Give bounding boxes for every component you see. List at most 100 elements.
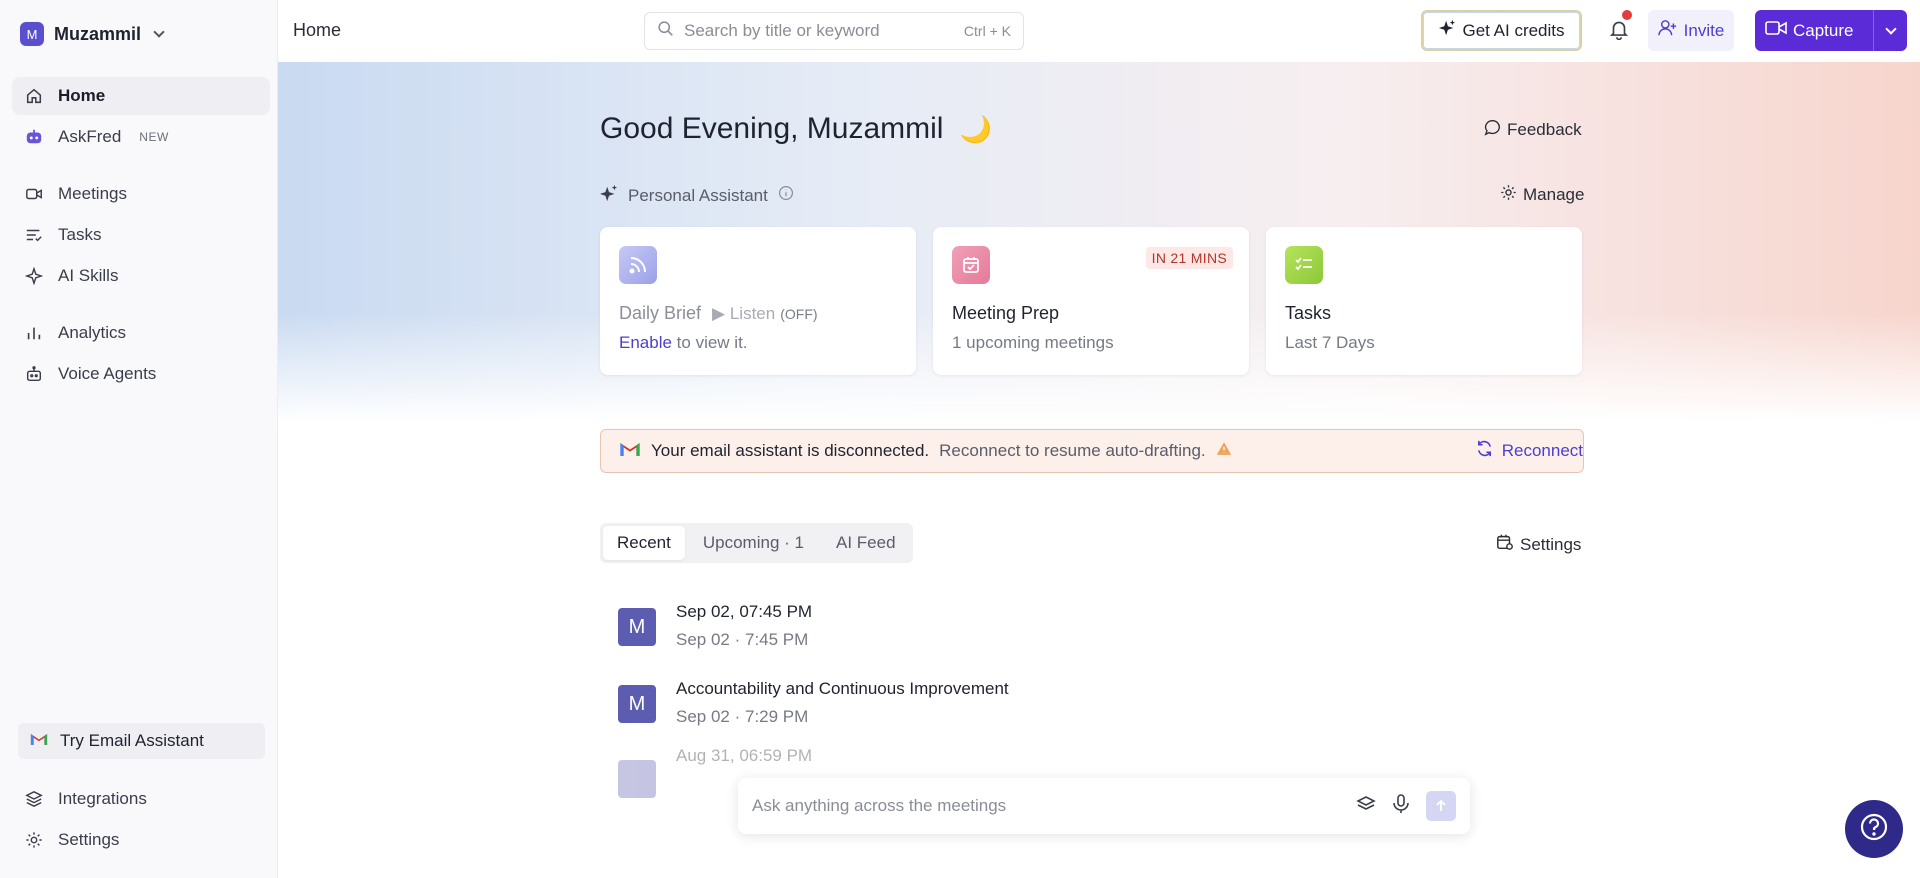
sidebar-item-settings[interactable]: Settings	[12, 821, 270, 859]
gear-icon	[24, 830, 44, 850]
workspace-name: Muzammil	[54, 23, 142, 44]
gear-icon	[1500, 184, 1517, 206]
enable-link[interactable]: Enable	[619, 333, 672, 352]
meeting-title: Sep 02, 07:45 PM	[676, 602, 813, 621]
gmail-icon	[30, 731, 48, 751]
capture-main[interactable]: Capture	[1755, 20, 1873, 41]
reconnect-label: Reconnect	[1501, 441, 1583, 460]
card-subtitle: Enable to view it.	[619, 333, 748, 353]
capture-button[interactable]: Capture	[1755, 10, 1907, 51]
calendar-check-icon	[952, 246, 990, 284]
sidebar-item-tasks[interactable]: Tasks	[12, 216, 270, 254]
sidebar-item-meetings[interactable]: Meetings	[12, 175, 270, 213]
daily-brief-card[interactable]: Daily Brief ▶ Listen (OFF) Enable to vie…	[600, 227, 916, 375]
meeting-datetime: Sep 02 · 7:29 PM	[676, 707, 809, 726]
tasks-card[interactable]: Tasks Last 7 Days	[1266, 227, 1582, 375]
sidebar-item-label: Home	[58, 86, 106, 105]
feedback-button[interactable]: Feedback	[1484, 119, 1582, 141]
ask-input[interactable]: Ask anything across the meetings	[738, 778, 1470, 834]
capture-label: Capture	[1793, 20, 1854, 40]
page-title: Good Evening, Muzammil 🌙	[600, 112, 992, 146]
workspace-avatar: M	[20, 22, 44, 46]
tab-ai-feed[interactable]: AI Feed	[822, 526, 910, 560]
sidebar-item-ai-skills[interactable]: AI Skills	[12, 257, 270, 295]
try-email-label: Try Email Assistant	[60, 731, 204, 750]
manage-button[interactable]: Manage	[1500, 184, 1584, 206]
top-bar: Home Search by title or keyword Ctrl + K…	[278, 0, 1920, 62]
microphone-icon[interactable]	[1392, 793, 1410, 819]
capture-dropdown[interactable]	[1874, 22, 1907, 35]
bar-chart-icon	[24, 323, 44, 343]
sidebar-item-analytics[interactable]: Analytics	[12, 314, 270, 352]
video-icon	[1765, 20, 1787, 41]
avatar: M	[618, 608, 656, 646]
ask-placeholder: Ask anything across the meetings	[752, 796, 1007, 815]
card-title: Daily Brief ▶ Listen (OFF)	[619, 303, 818, 324]
calendar-gear-icon	[1496, 533, 1514, 556]
sidebar-item-label: AI Skills	[58, 266, 119, 285]
sidebar-item-label: Integrations	[58, 789, 147, 808]
question-icon	[1859, 812, 1889, 847]
banner-text: Reconnect to resume auto-drafting.	[939, 441, 1206, 460]
breadcrumb: Home	[293, 20, 342, 40]
settings-button[interactable]: Settings	[1496, 533, 1581, 556]
try-email-assistant-button[interactable]: Try Email Assistant	[18, 723, 265, 759]
invite-label: Invite	[1683, 20, 1725, 40]
get-ai-credits-button[interactable]: Get AI credits	[1421, 10, 1582, 51]
new-badge: NEW	[139, 130, 169, 144]
warning-icon	[1216, 441, 1232, 461]
sparkle-icon	[600, 184, 618, 207]
listen-button[interactable]: ▶ Listen	[712, 304, 775, 323]
meeting-time: 7:29 PM	[745, 707, 809, 726]
sidebar-item-label: AskFred	[58, 127, 122, 146]
sidebar-item-label: Meetings	[58, 184, 127, 203]
info-icon[interactable]	[778, 185, 794, 206]
notifications-button[interactable]	[1604, 10, 1634, 46]
sidebar-item-label: Analytics	[58, 323, 127, 342]
reconnect-button[interactable]: Reconnect	[1475, 430, 1583, 472]
meeting-row[interactable]: M Sep 02, 07:45 PM Sep 02 · 7:45 PM	[618, 598, 1578, 658]
invite-button[interactable]: Invite	[1648, 10, 1734, 51]
checklist-icon	[1285, 246, 1323, 284]
bot-icon	[24, 364, 44, 384]
tasks-subtitle: Last 7 Days	[1285, 333, 1375, 352]
credits-label: Get AI credits	[1462, 20, 1565, 40]
banner-title: Your email assistant is disconnected.	[651, 441, 930, 460]
personal-assistant-label: Personal Assistant	[628, 185, 768, 205]
gmail-icon	[619, 441, 641, 462]
main-content: Good Evening, Muzammil 🌙 Feedback Person…	[278, 62, 1920, 878]
time-badge: IN 21 MINS	[1145, 247, 1233, 269]
meeting-prep-card[interactable]: IN 21 MINS Meeting Prep 1 upcoming meeti…	[933, 227, 1249, 375]
sidebar-item-integrations[interactable]: Integrations	[12, 780, 270, 818]
layers-icon[interactable]	[1356, 794, 1376, 819]
ask-actions	[1356, 791, 1456, 821]
tasks-title: Tasks	[1285, 303, 1332, 323]
tab-upcoming[interactable]: Upcoming · 1	[689, 526, 818, 560]
send-button[interactable]	[1426, 791, 1456, 821]
tab-recent[interactable]: Recent	[603, 526, 685, 560]
home-icon	[24, 86, 44, 106]
search-icon	[657, 20, 674, 42]
meeting-row[interactable]: M Accountability and Continuous Improvem…	[618, 675, 1578, 735]
search-input[interactable]: Search by title or keyword Ctrl + K	[644, 12, 1024, 50]
chevron-down-icon	[1884, 22, 1897, 35]
chat-bubble-icon	[1484, 119, 1501, 141]
bell-icon	[1608, 18, 1630, 45]
meeting-prep-subtitle: 1 upcoming meetings	[952, 333, 1114, 352]
search-placeholder: Search by title or keyword	[684, 21, 880, 40]
listen-status: (OFF)	[780, 306, 818, 322]
sidebar-item-voice-agents[interactable]: Voice Agents	[12, 355, 270, 393]
listen-label: Listen	[729, 304, 776, 323]
personal-assistant-header: Personal Assistant	[600, 184, 794, 207]
avatar: M	[618, 685, 656, 723]
greeting-text: Good Evening, Muzammil	[600, 112, 944, 145]
meeting-time: 7:45 PM	[745, 630, 809, 649]
notification-dot	[1622, 10, 1632, 20]
help-button[interactable]	[1845, 800, 1903, 858]
sidebar-item-home[interactable]: Home	[12, 77, 270, 115]
sparkle-icon	[1438, 19, 1456, 42]
robot-icon	[24, 127, 44, 147]
sidebar-item-askfred[interactable]: AskFred NEW	[12, 118, 270, 156]
list-check-icon	[24, 225, 44, 245]
workspace-switcher[interactable]: M Muzammil	[20, 20, 165, 48]
